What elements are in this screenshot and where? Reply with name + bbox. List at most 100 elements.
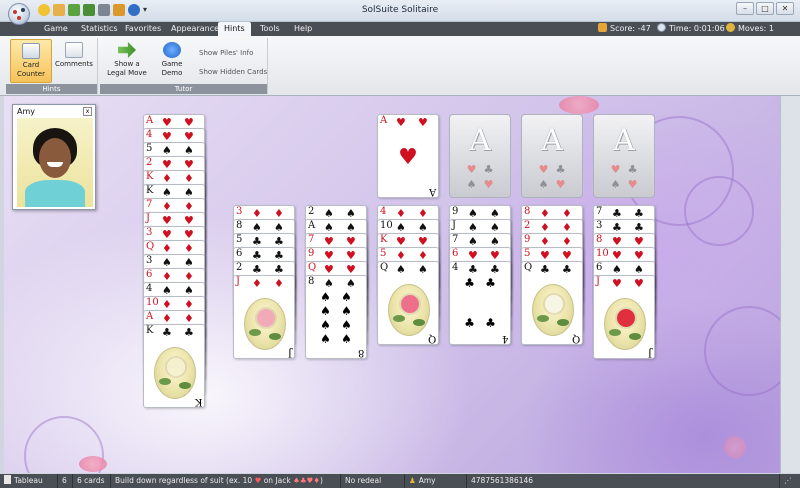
rose-leaf [609,329,621,336]
card-suit-icon: ♦ [162,312,172,325]
rose-leaf [179,382,191,389]
menu-game[interactable]: Game [38,22,74,36]
foundation-placeholder-letter: A [541,123,563,158]
card-suit-icon: ♦ [540,235,550,248]
card-rank: 10 [380,220,393,231]
rose-bloom [545,295,563,313]
close-button[interactable]: ✕ [776,2,794,15]
card-rank: K [146,185,154,196]
card-rank: 8 [524,206,531,217]
menu-appearance[interactable]: Appearance [165,22,225,36]
menu-tools[interactable]: Tools [254,22,286,36]
card-rank: 10 [596,248,609,259]
background-swirl-decoration [704,306,780,396]
playing-card[interactable]: J ♥ ♥ J [593,275,655,359]
playing-card[interactable]: Q ♣ ♣ Q [521,261,583,345]
card-rank: Q [524,262,533,273]
menu-favorites[interactable]: Favorites [119,22,167,36]
player-avatar [17,118,93,207]
card-rank: 4 [380,206,387,217]
card-suit-icon: ♥ [540,249,550,262]
card-rank-bottom: Q [427,333,436,344]
card-suit-icon: ♥ [162,116,172,129]
rose-artwork [604,298,646,350]
card-pip-icon: ♣ [485,276,496,290]
player-panel-close-button[interactable]: x [83,107,92,116]
resize-grip-icon[interactable]: ⋰ [780,474,800,488]
card-rank: 3 [596,220,603,231]
card-suit-icon: ♠ [184,144,194,157]
card-suit-icon: ♦ [162,200,172,213]
ribbon-group-label-tutor: Tutor [100,84,267,94]
menu-help[interactable]: Help [288,22,318,36]
card-pip-icon: ♣ [464,316,475,330]
foundation-suits-icon: ♥ ♣ ♠ ♥ [538,163,566,191]
card-suit-icon: ♣ [490,263,500,276]
card-counter-button[interactable]: Card Counter [10,39,52,83]
show-hidden-cards-button[interactable]: Show Hidden Cards [199,68,267,76]
card-suit-icon: ♥ [468,249,478,262]
card-suit-icon: ♣ [274,235,284,248]
card-suit-icon: ♠ [184,284,194,297]
card-suit-icon: ♣ [634,221,644,234]
card-pip-icon: ♠ [341,318,352,332]
card-suit-icon: ♠ [418,221,428,234]
pile-icon [4,475,11,484]
card-suit-icon: ♦ [562,235,572,248]
playing-card[interactable]: Q ♠ ♠ Q [377,261,439,345]
foundation-slot[interactable]: A ♥ ♣ ♠ ♥ [593,114,655,198]
show-piles-info-button[interactable]: Show Piles' Info [199,49,253,57]
card-suit-icon: ♥ [184,116,194,129]
menu-hints[interactable]: Hints [218,22,251,36]
app-menu-orb-icon[interactable] [8,3,30,25]
background-swirl-decoration [684,176,754,246]
player-panel[interactable]: Amy x [12,104,96,210]
play-icon [163,42,181,58]
foundation-slot[interactable]: A ♥ ♣ ♠ ♥ [449,114,511,198]
card-rank: K [146,325,154,336]
card-suit-icon: ♠ [162,256,172,269]
card-counter-icon [22,43,40,59]
card-rank: 5 [524,248,531,259]
foundation-slot[interactable]: A ♥ ♣ ♠ ♥ [521,114,583,198]
window-controls: – □ ✕ [736,2,794,15]
game-demo-button[interactable]: Game Demo [152,39,192,83]
foundation-suits-icon: ♥ ♣ ♠ ♥ [610,163,638,191]
card-suit-icon: ♦ [274,277,284,290]
time-readout: Time: 0:01:06 [657,22,725,36]
card-pip-icon: ♣ [464,276,475,290]
menu-statistics[interactable]: Statistics [75,22,124,36]
playing-card[interactable]: 8 ♠ ♠ ♠ ♠ ♠ ♠ ♠ ♠ ♠ ♠ 8 [305,275,367,359]
card-suit-icon: ♦ [252,277,262,290]
card-suit-icon: ♣ [540,263,550,276]
card-pip-icon: ♣ [485,316,496,330]
card-rank: J [146,213,151,224]
card-rank: Q [146,241,155,252]
card-suit-icon: ♥ [324,235,334,248]
card-rank: 6 [596,262,603,273]
rose-artwork [388,284,430,336]
show-legal-move-button[interactable]: Show a Legal Move [104,39,150,83]
card-rank: Q [308,262,317,273]
card-suit-icon: ♥ [490,249,500,262]
card-suit-icon: ♠ [490,207,500,220]
player-name: Amy [17,107,35,116]
status-card-count: 6 cards [73,474,111,488]
playing-card[interactable]: K ♣ ♣ K [143,324,205,408]
card-suit-icon: ♥ [184,130,194,143]
comments-button[interactable]: Comments [54,39,94,83]
card-suit-icon: ♥ [562,249,572,262]
playing-card[interactable]: J ♦ ♦ J [233,275,295,359]
card-suit-icon: ♠ [490,235,500,248]
rose-petal-decoration [559,96,599,114]
maximize-button[interactable]: □ [756,2,774,15]
minimize-button[interactable]: – [736,2,754,15]
card-rank: 2 [524,220,531,231]
status-build-rule: Build down regardless of suit (ex. 10 ♥ … [111,474,341,488]
playing-card[interactable]: 4 ♣ ♣ ♣ ♣ ♣ ♣ 4 [449,261,511,345]
ribbon-group-tutor: Show a Legal Move Game Demo Show Piles' … [100,38,268,94]
card-suit-icon: ♠ [252,221,262,234]
foundation-placeholder-letter: A [613,123,635,158]
playing-card[interactable]: A ♥ ♥ ♥ A [377,114,439,198]
card-suit-icon: ♠ [418,263,428,276]
